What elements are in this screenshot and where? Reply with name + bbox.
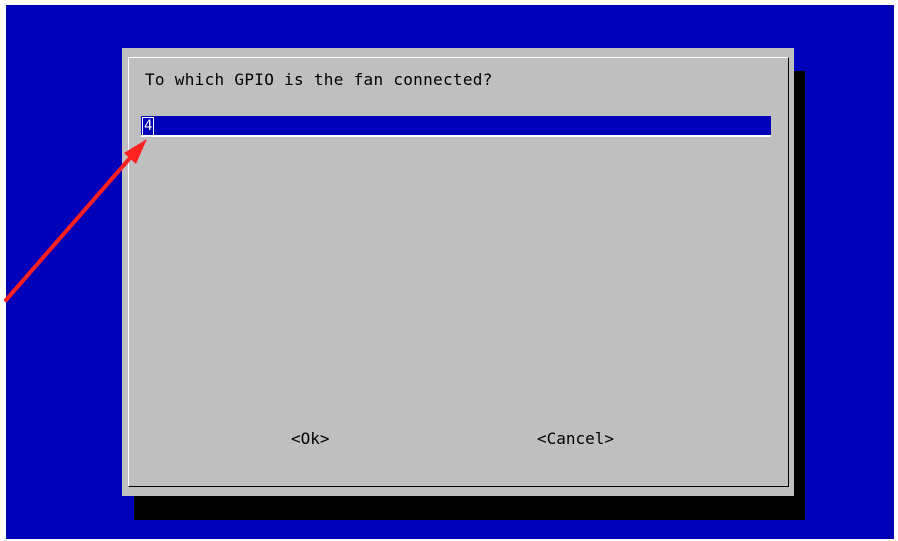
gpio-input-field[interactable]: 4 xyxy=(141,116,771,137)
gpio-input-value[interactable]: 4 xyxy=(142,117,155,136)
cancel-button[interactable]: <Cancel> xyxy=(537,429,614,448)
ok-button[interactable]: <Ok> xyxy=(291,429,330,448)
dialog-prompt: To which GPIO is the fan connected? xyxy=(145,70,493,89)
input-dialog: To which GPIO is the fan connected? 4 <O… xyxy=(122,48,794,496)
